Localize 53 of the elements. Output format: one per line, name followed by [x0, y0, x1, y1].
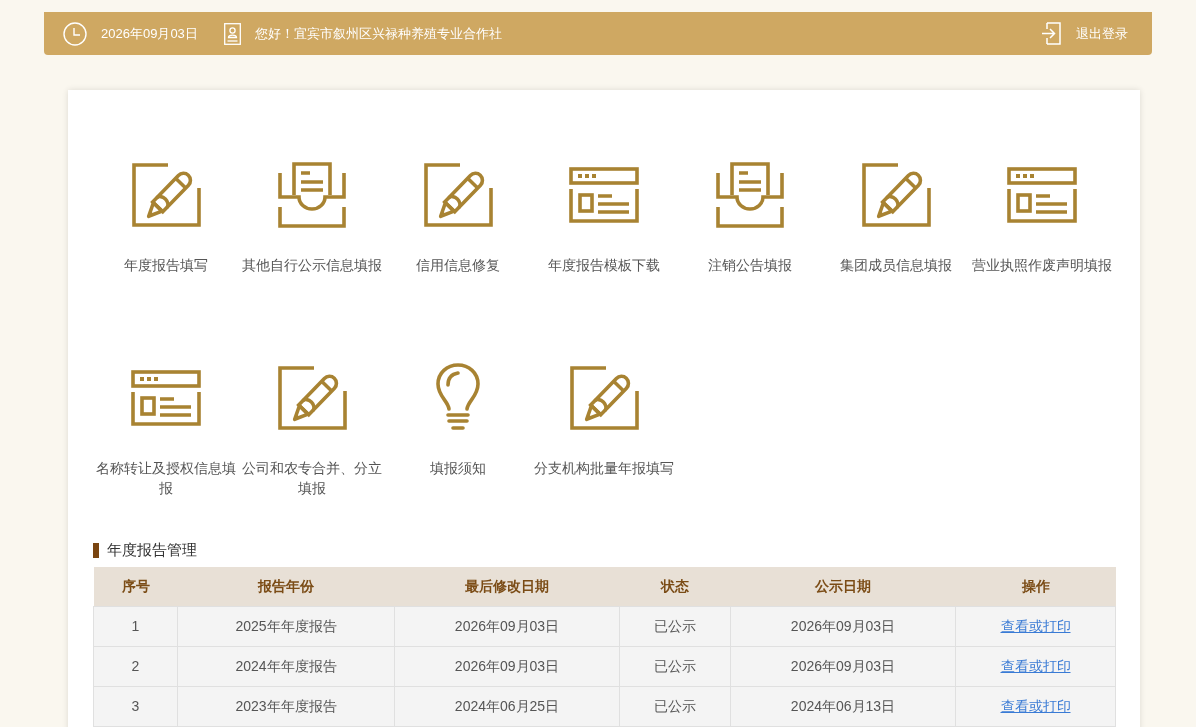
table-cell: 1: [93, 606, 178, 646]
inbox-tray-icon: [277, 161, 347, 229]
pencil-square-icon: [422, 162, 494, 228]
column-header: 操作: [955, 567, 1116, 606]
menu-link[interactable]: 注销公告填报: [677, 140, 823, 275]
view-print-link[interactable]: 查看或打印: [1000, 697, 1071, 714]
pencil-square-icon: [130, 162, 202, 228]
column-header: 报告年份: [177, 567, 395, 606]
pencil-square-icon: [860, 162, 932, 228]
table-cell: 2026年09月03日: [730, 646, 956, 686]
table-cell: 2026年09月03日: [394, 646, 620, 686]
window-layout-icon: [131, 370, 201, 426]
table-cell: 2025年年度报告: [177, 606, 395, 646]
table-cell: 已公示: [619, 686, 731, 726]
column-header: 序号: [93, 567, 178, 606]
view-print-link[interactable]: 查看或打印: [1000, 617, 1071, 634]
column-header: 公示日期: [730, 567, 956, 606]
table-cell: 3: [93, 686, 178, 726]
date-text: 2026年09月03日: [101, 24, 198, 43]
clock-icon: [63, 21, 87, 46]
menu-link[interactable]: 年度报告填写: [93, 140, 239, 275]
greeting-text: 您好！宜宾市叙州区兴禄种养殖专业合作社: [254, 24, 502, 43]
menu-link[interactable]: 公司和农专合并、分立填报: [239, 343, 385, 498]
window-layout-icon: [569, 167, 639, 223]
section-marker-icon: [93, 542, 99, 558]
table-cell: 2: [93, 646, 178, 686]
menu-link[interactable]: 年度报告模板下载: [531, 140, 677, 275]
menu-link[interactable]: 集团成员信息填报: [823, 140, 969, 275]
menu-link[interactable]: 营业执照作废声明填报: [969, 140, 1115, 275]
inbox-tray-icon: [715, 161, 785, 229]
table-cell: 2024年年度报告: [177, 646, 395, 686]
menu-link[interactable]: 名称转让及授权信息填报: [93, 343, 239, 498]
pencil-square-icon: [568, 365, 640, 431]
table-cell: 已公示: [619, 646, 731, 686]
table-cell: 已公示: [619, 606, 731, 646]
view-print-link[interactable]: 查看或打印: [1000, 657, 1071, 674]
logout-icon: [1041, 22, 1061, 45]
table-cell: 2023年年度报告: [177, 686, 395, 726]
table-cell: 2026年09月03日: [394, 606, 620, 646]
pencil-square-icon: [276, 365, 348, 431]
column-header: 状态: [619, 567, 731, 606]
table-cell: 2024年06月13日: [730, 686, 956, 726]
menu-link[interactable]: 分支机构批量年报填写: [531, 343, 677, 498]
menu-link[interactable]: 填报须知: [385, 343, 531, 498]
id-card-icon: [223, 22, 241, 45]
window-layout-icon: [1007, 167, 1077, 223]
table-cell: 2024年06月25日: [394, 686, 620, 726]
table-cell: 2026年09月03日: [730, 606, 956, 646]
menu-link[interactable]: 信用信息修复: [385, 140, 531, 275]
column-header: 最后修改日期: [394, 567, 620, 606]
menu-link[interactable]: 其他自行公示信息填报: [239, 140, 385, 275]
lightbulb-icon: [435, 363, 481, 433]
section-title: 年度报告管理: [107, 539, 197, 560]
